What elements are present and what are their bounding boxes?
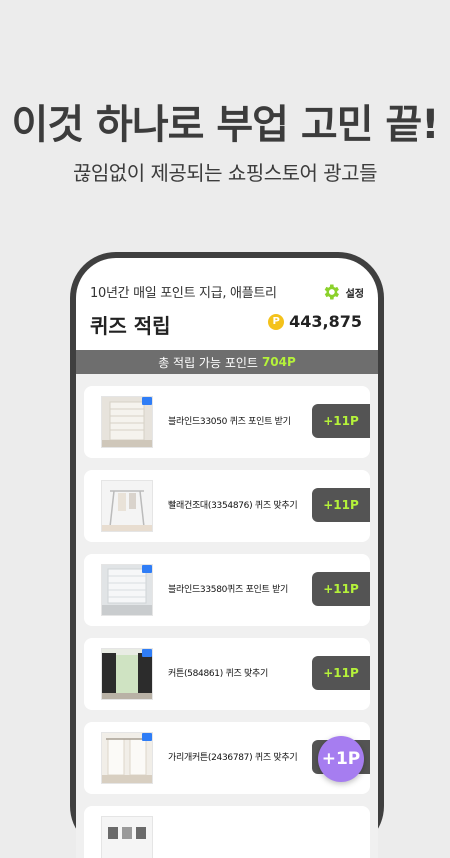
product-image bbox=[102, 817, 152, 858]
blind-thumbnail-icon bbox=[101, 564, 153, 616]
list-item[interactable]: 커튼(584861) 퀴즈 맞추기 +11P bbox=[84, 638, 370, 710]
drying-rack-thumbnail-icon bbox=[101, 480, 153, 532]
gear-icon bbox=[324, 284, 339, 300]
list-item[interactable]: 블라인드33580퀴즈 포인트 받기 +11P bbox=[84, 554, 370, 626]
points-balance: P 443,875 bbox=[268, 312, 362, 331]
drying-rack-image bbox=[102, 481, 152, 531]
app-subtitle: 10년간 매일 포인트 지급, 애플트리 bbox=[90, 286, 277, 301]
ad-badge bbox=[142, 565, 152, 573]
list-item-label: 빨래건조대(3354876) 퀴즈 맞추기 bbox=[168, 501, 298, 511]
headline: 이것 하나로 부업 고민 끝! bbox=[11, 102, 440, 148]
list-item[interactable]: 블라인드33050 퀴즈 포인트 받기 +11P bbox=[84, 386, 370, 458]
settings-label: 설정 bbox=[345, 288, 364, 300]
product-thumbnail-icon bbox=[101, 816, 153, 858]
list-item-label: 커튼(584861) 퀴즈 맞추기 bbox=[168, 669, 268, 679]
subheadline: 끊임없이 제공되는 쇼핑스토어 광고들 bbox=[73, 161, 377, 185]
coin-icon: P bbox=[268, 313, 285, 330]
ad-badge bbox=[142, 733, 152, 741]
total-points-banner: 총 적립 가능 포인트 704P bbox=[76, 350, 378, 374]
ad-badge bbox=[142, 397, 152, 405]
curtain-thumbnail-icon bbox=[101, 648, 153, 700]
list-item-label: 블라인드33580퀴즈 포인트 받기 bbox=[168, 585, 289, 595]
banner-value: 704P bbox=[261, 355, 296, 369]
points-value: 443,875 bbox=[289, 312, 362, 331]
page-title: 퀴즈 적립 bbox=[90, 314, 171, 338]
list-item-label: 가리개커튼(2436787) 퀴즈 맞추기 bbox=[168, 753, 298, 763]
quiz-list: 블라인드33050 퀴즈 포인트 받기 +11P 빨래건조대(3354876) … bbox=[76, 374, 378, 858]
curtain-thumbnail-icon bbox=[101, 732, 153, 784]
bonus-point-button[interactable]: +1P bbox=[318, 736, 364, 782]
list-item-label: 블라인드33050 퀴즈 포인트 받기 bbox=[168, 417, 291, 427]
list-item[interactable]: 빨래건조대(3354876) 퀴즈 맞추기 +11P bbox=[84, 470, 370, 542]
reward-button[interactable]: +11P bbox=[312, 404, 370, 438]
list-item[interactable] bbox=[84, 806, 370, 858]
reward-button[interactable]: +11P bbox=[312, 656, 370, 690]
settings-button[interactable]: 설정 bbox=[321, 282, 364, 302]
ad-badge bbox=[142, 649, 152, 657]
banner-label: 총 적립 가능 포인트 bbox=[158, 355, 258, 370]
reward-button[interactable]: +11P bbox=[312, 488, 370, 522]
reward-button[interactable]: +11P bbox=[312, 572, 370, 606]
blind-thumbnail-icon bbox=[101, 396, 153, 448]
